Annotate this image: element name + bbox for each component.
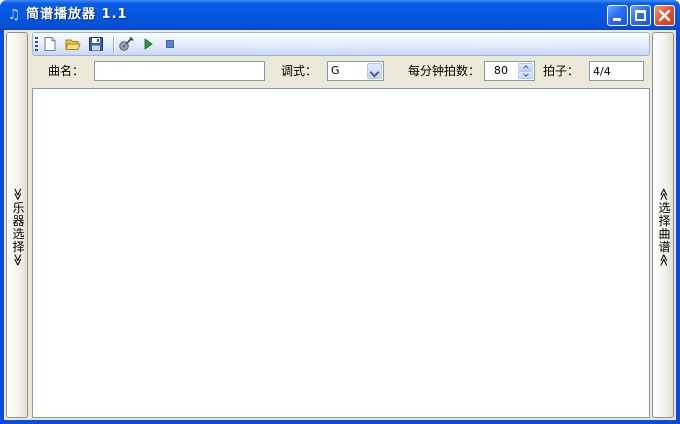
key-label: 调式： <box>281 64 318 78</box>
score-select-label: ≪选择曲谱≪ <box>657 188 671 268</box>
score-select-panel[interactable]: ≪选择曲谱≪ <box>652 32 674 418</box>
key-select-value: G <box>331 64 340 77</box>
close-icon <box>658 9 671 22</box>
spin-down-icon[interactable] <box>518 71 533 79</box>
bpm-spin-buttons <box>518 63 533 79</box>
chevron-down-icon[interactable] <box>367 63 382 79</box>
guitar-icon <box>119 36 134 51</box>
play-icon <box>144 38 153 50</box>
bpm-value: 80 <box>494 64 508 77</box>
instrument-select-label: ≫乐器选择≫ <box>11 188 25 268</box>
app-window: ♫ 简谱播放器 1.1 ≫乐器选择≫ 曲名： 调式： G 每分钟拍数： 80 拍… <box>0 0 680 424</box>
client-area: ≫乐器选择≫ 曲名： 调式： G 每分钟拍数： 80 拍子： 4/4 ≪选择曲谱… <box>4 30 676 420</box>
close-button[interactable] <box>654 5 675 26</box>
time-signature-label: 拍子： <box>543 64 580 78</box>
maximize-icon <box>635 10 646 21</box>
new-file-button[interactable] <box>41 36 59 53</box>
minimize-button[interactable] <box>607 5 628 26</box>
stop-icon <box>166 40 174 48</box>
play-button[interactable] <box>139 36 157 53</box>
bpm-stepper[interactable]: 80 <box>484 61 535 81</box>
toolbar-separator <box>113 37 115 53</box>
title-bar[interactable]: ♫ 简谱播放器 1.1 <box>0 0 680 30</box>
stop-button[interactable] <box>161 36 179 53</box>
toolbar <box>32 32 650 56</box>
instrument-button[interactable] <box>117 36 135 53</box>
song-name-label: 曲名： <box>48 64 85 78</box>
song-name-input[interactable] <box>94 61 265 81</box>
open-folder-icon <box>65 39 81 50</box>
bpm-label: 每分钟拍数： <box>408 64 481 78</box>
open-file-button[interactable] <box>64 36 82 53</box>
instrument-select-panel[interactable]: ≫乐器选择≫ <box>6 32 28 418</box>
key-select[interactable]: G <box>327 61 384 81</box>
time-signature-input[interactable] <box>589 61 644 81</box>
save-disk-icon <box>89 37 103 51</box>
minimize-icon <box>613 18 621 21</box>
window-title: 简谱播放器 1.1 <box>26 7 128 22</box>
new-document-icon <box>44 37 56 51</box>
maximize-button[interactable] <box>630 5 651 26</box>
music-note-icon[interactable]: ♫ <box>6 7 22 23</box>
save-file-button[interactable] <box>87 36 105 53</box>
score-editor[interactable] <box>32 88 650 418</box>
toolbar-grip[interactable] <box>35 37 38 52</box>
